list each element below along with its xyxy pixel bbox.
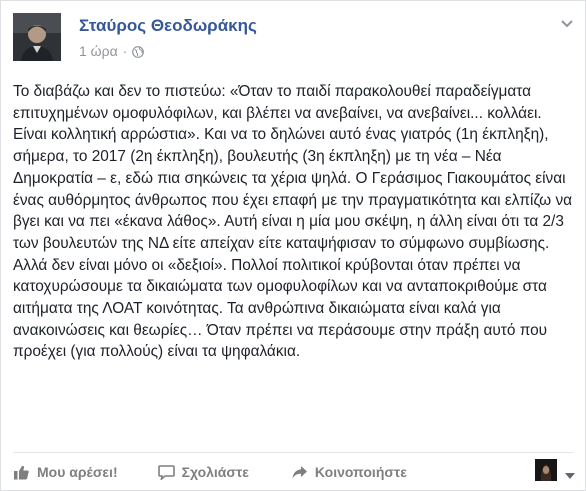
comment-button[interactable]: Σχολιάστε bbox=[157, 464, 249, 480]
share-button[interactable]: Κοινοποιήστε bbox=[291, 464, 407, 480]
author-name-link[interactable]: Σταύρος Θεοδωράκης bbox=[79, 16, 257, 36]
share-button-label: Κοινοποιήστε bbox=[314, 464, 407, 480]
author-avatar[interactable] bbox=[13, 13, 61, 61]
post-timestamp[interactable]: 1 ώρα bbox=[79, 43, 118, 59]
actions-divider bbox=[13, 452, 573, 453]
like-button[interactable]: Μου αρέσει! bbox=[13, 464, 118, 481]
reacting-profile-avatar[interactable] bbox=[535, 459, 557, 481]
comment-button-label: Σχολιάστε bbox=[181, 464, 249, 480]
thumbs-up-icon bbox=[14, 465, 29, 479]
post-meta: 1 ώρα · bbox=[79, 43, 145, 59]
like-button-label: Μου αρέσει! bbox=[37, 464, 118, 480]
speech-bubble-icon bbox=[157, 465, 175, 480]
meta-separator: · bbox=[122, 43, 128, 59]
chevron-down-icon[interactable] bbox=[559, 15, 575, 31]
facebook-post-card: Σταύρος Θεοδωράκης 1 ώρα · Το διαβάζω κα… bbox=[0, 0, 586, 491]
share-arrow-icon bbox=[292, 465, 307, 478]
post-body-text: Το διαβάζω και δεν το πιστεύω: «Όταν το … bbox=[13, 83, 573, 361]
post-actions-bar: Μου αρέσει! Σχολιάστε Κοινοποιήστε bbox=[13, 460, 407, 484]
globe-icon[interactable] bbox=[132, 45, 145, 58]
caret-down-icon[interactable] bbox=[565, 467, 575, 479]
